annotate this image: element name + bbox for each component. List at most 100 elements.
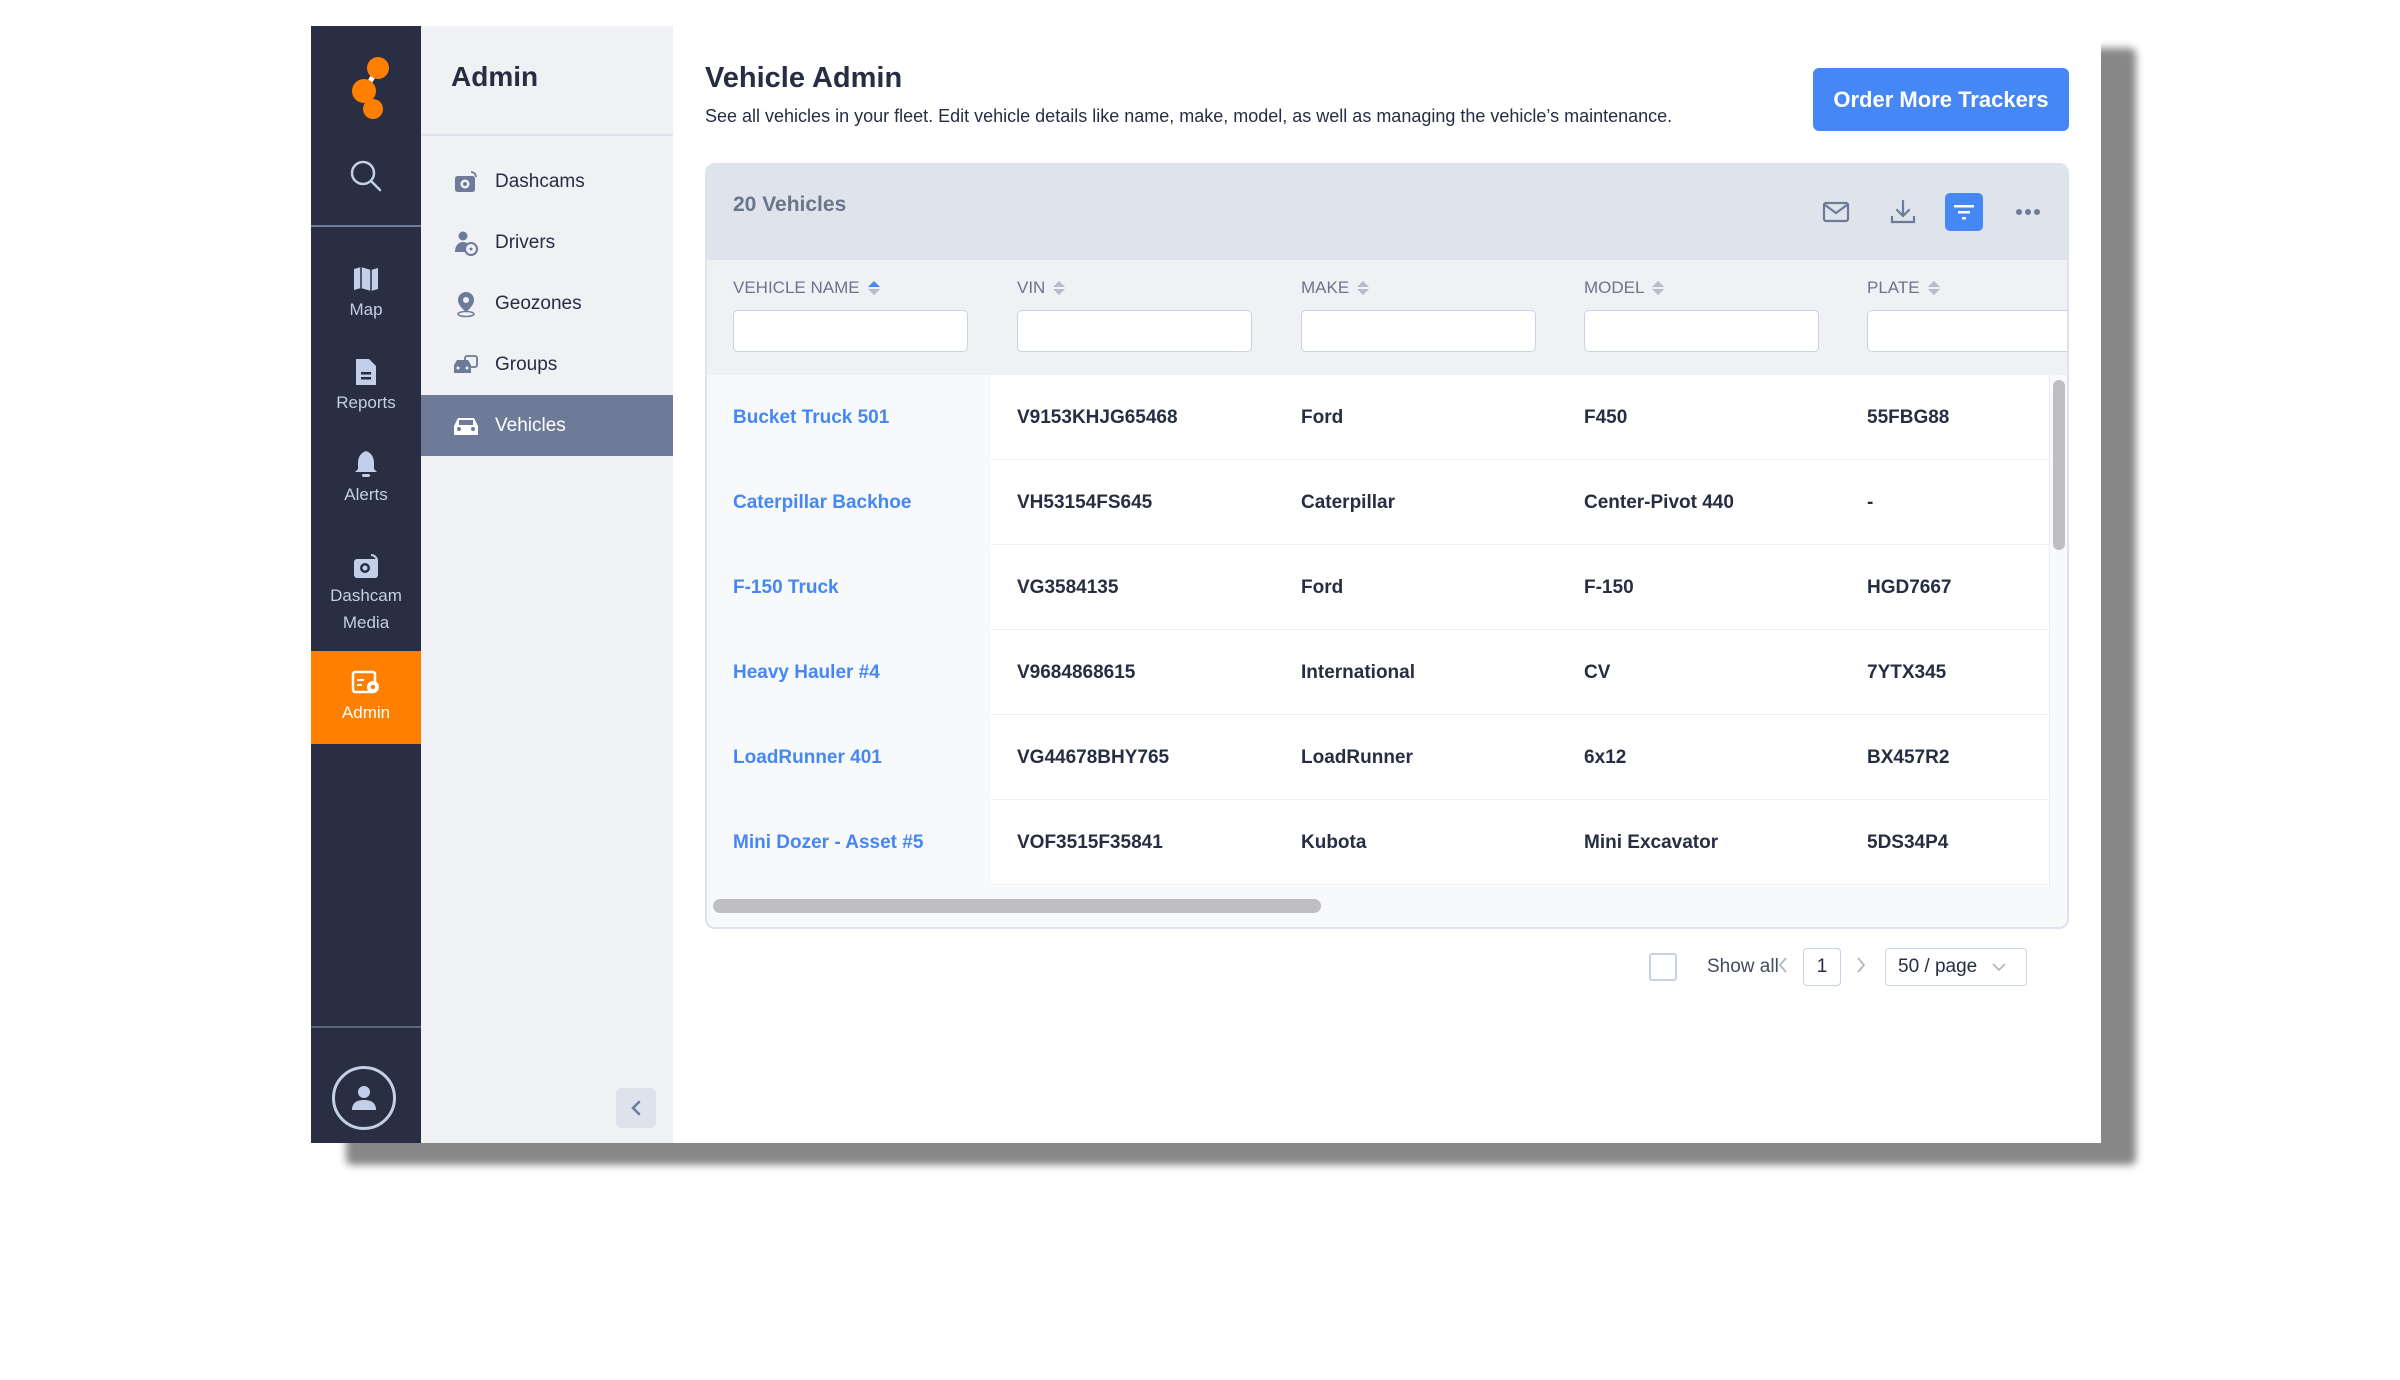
column-label: MODEL	[1584, 278, 1645, 297]
camera-icon	[354, 553, 378, 578]
more-options-button[interactable]	[2009, 193, 2047, 231]
subnav-title: Admin	[451, 61, 539, 92]
rail-item-label: Dashcam Media	[330, 585, 402, 632]
sort-icon[interactable]	[1053, 281, 1066, 295]
show-all-checkbox[interactable]	[1649, 953, 1677, 981]
subnav-item-drivers[interactable]: Drivers	[421, 212, 673, 273]
rail-bottom-divider	[311, 1026, 421, 1028]
vehicle-name-link[interactable]: Bucket Truck 501	[707, 375, 991, 460]
page-size-select[interactable]: 50 / page	[1885, 948, 2027, 986]
rail-item-map[interactable]: Map	[311, 251, 421, 336]
column-label: VIN	[1017, 278, 1046, 297]
rail-item-label: Reports	[336, 393, 396, 412]
pagination: Show all 1 50 / page	[673, 948, 2073, 986]
subnav-item-label: Dashcams	[495, 170, 585, 192]
model-cell: CV	[1584, 661, 1611, 683]
subnav-item-geozones[interactable]: Geozones	[421, 273, 673, 334]
column-header-vehicle-name: VEHICLE NAME	[733, 278, 968, 352]
next-page-button[interactable]	[1855, 954, 1867, 980]
vehicle-name-link[interactable]: Mini Dozer - Asset #5	[707, 800, 991, 885]
sort-ascending-icon[interactable]	[867, 281, 880, 295]
subnav-item-dashcams[interactable]: Dashcams	[421, 151, 673, 212]
model-cell: Mini Excavator	[1584, 831, 1719, 853]
rail-item-dashcam-media[interactable]: Dashcam Media	[311, 536, 421, 651]
chevron-down-icon	[1992, 963, 2006, 972]
prev-page-button[interactable]	[1777, 954, 1789, 980]
table-row[interactable]: Bucket Truck 501 V9153KHJG65468 Ford F45…	[707, 375, 2049, 460]
filter-input-vin[interactable]	[1017, 310, 1252, 352]
subnav-item-label: Geozones	[495, 292, 582, 314]
model-cell: F450	[1584, 406, 1628, 428]
chevron-right-icon	[1857, 957, 1866, 973]
icon-rail: Map Reports Alerts Dashcam Media Admin	[311, 26, 421, 1143]
main-content: Vehicle Admin See all vehicles in your f…	[673, 26, 2101, 1143]
user-icon	[352, 1086, 376, 1110]
download-button[interactable]	[1884, 193, 1922, 231]
bell-icon	[355, 451, 377, 477]
vin-cell: VOF3515F35841	[1017, 831, 1163, 853]
search-icon	[350, 160, 382, 192]
column-header-plate: PLATE	[1867, 278, 2067, 352]
driver-icon	[451, 228, 481, 258]
collapse-sidebar-button[interactable]	[616, 1088, 656, 1128]
rail-item-alerts[interactable]: Alerts	[311, 436, 421, 521]
vehicle-name-link[interactable]: F-150 Truck	[707, 545, 991, 630]
sort-icon[interactable]	[1652, 281, 1665, 295]
plate-cell: 5DS34P4	[1867, 831, 1949, 853]
filter-input-plate[interactable]	[1867, 310, 2067, 352]
make-cell: Ford	[1301, 406, 1344, 428]
model-cell: 6x12	[1584, 746, 1627, 768]
search-button[interactable]	[311, 126, 421, 226]
filter-input-vehicle-name[interactable]	[733, 310, 968, 352]
subnav-item-label: Vehicles	[495, 414, 566, 436]
make-cell: Caterpillar	[1301, 491, 1395, 513]
sort-icon[interactable]	[1357, 281, 1370, 295]
vehicle-name-link[interactable]: Caterpillar Backhoe	[707, 460, 991, 545]
subnav-item-vehicles[interactable]: Vehicles	[421, 395, 673, 456]
table-row[interactable]: Heavy Hauler #4 V9684868615 Internationa…	[707, 630, 2049, 715]
filter-input-model[interactable]	[1584, 310, 1819, 352]
column-label: PLATE	[1867, 278, 1920, 297]
model-cell: F-150	[1584, 576, 1634, 598]
table-row[interactable]: F-150 Truck VG3584135 Ford F-150 HGD7667	[707, 545, 2049, 630]
rail-item-label: Admin	[341, 703, 391, 722]
column-header-model: MODEL	[1584, 278, 1819, 352]
vehicle-name-link[interactable]: LoadRunner 401	[707, 715, 991, 800]
plate-cell: BX457R2	[1867, 746, 1950, 768]
subnav-item-label: Groups	[495, 353, 558, 375]
admin-settings-icon	[351, 670, 379, 694]
email-button[interactable]	[1817, 193, 1855, 231]
table-row[interactable]: LoadRunner 401 VG44678BHY765 LoadRunner …	[707, 715, 2049, 800]
horizontal-scrollbar[interactable]	[713, 899, 1321, 913]
car-icon	[451, 411, 481, 441]
make-cell: LoadRunner	[1301, 746, 1413, 768]
column-label: VEHICLE NAME	[733, 278, 860, 297]
filter-input-make[interactable]	[1301, 310, 1536, 352]
table-row[interactable]: Mini Dozer - Asset #5 VOF3515F35841 Kubo…	[707, 800, 2049, 885]
rail-item-reports[interactable]: Reports	[311, 344, 421, 429]
share-logo-icon	[352, 57, 389, 119]
current-page[interactable]: 1	[1803, 948, 1841, 986]
location-pin-icon	[451, 289, 481, 319]
plate-cell: HGD7667	[1867, 576, 1952, 598]
user-avatar-button[interactable]	[332, 1066, 396, 1130]
column-label: MAKE	[1301, 278, 1350, 297]
rail-item-admin[interactable]: Admin	[311, 651, 421, 744]
filter-button[interactable]	[1945, 193, 1983, 231]
plate-cell: 55FBG88	[1867, 406, 1950, 428]
brand-logo[interactable]	[311, 26, 421, 126]
vin-cell: V9684868615	[1017, 661, 1136, 683]
camera-icon	[451, 167, 481, 197]
show-all-label: Show all	[1707, 956, 1779, 977]
vin-cell: V9153KHJG65468	[1017, 406, 1178, 428]
make-cell: International	[1301, 661, 1416, 683]
vertical-scrollbar[interactable]	[2053, 380, 2065, 550]
sort-icon[interactable]	[1927, 281, 1940, 295]
vehicle-name-link[interactable]: Heavy Hauler #4	[707, 630, 991, 715]
app-window: Map Reports Alerts Dashcam Media Admin A…	[311, 26, 2101, 1143]
chevron-left-icon	[1778, 957, 1787, 973]
order-more-trackers-button[interactable]: Order More Trackers	[1813, 68, 2069, 131]
table-row[interactable]: Caterpillar Backhoe VH53154FS645 Caterpi…	[707, 460, 2049, 545]
table-toolbar: 20 Vehicles	[707, 165, 2067, 260]
subnav-item-groups[interactable]: Groups	[421, 334, 673, 395]
